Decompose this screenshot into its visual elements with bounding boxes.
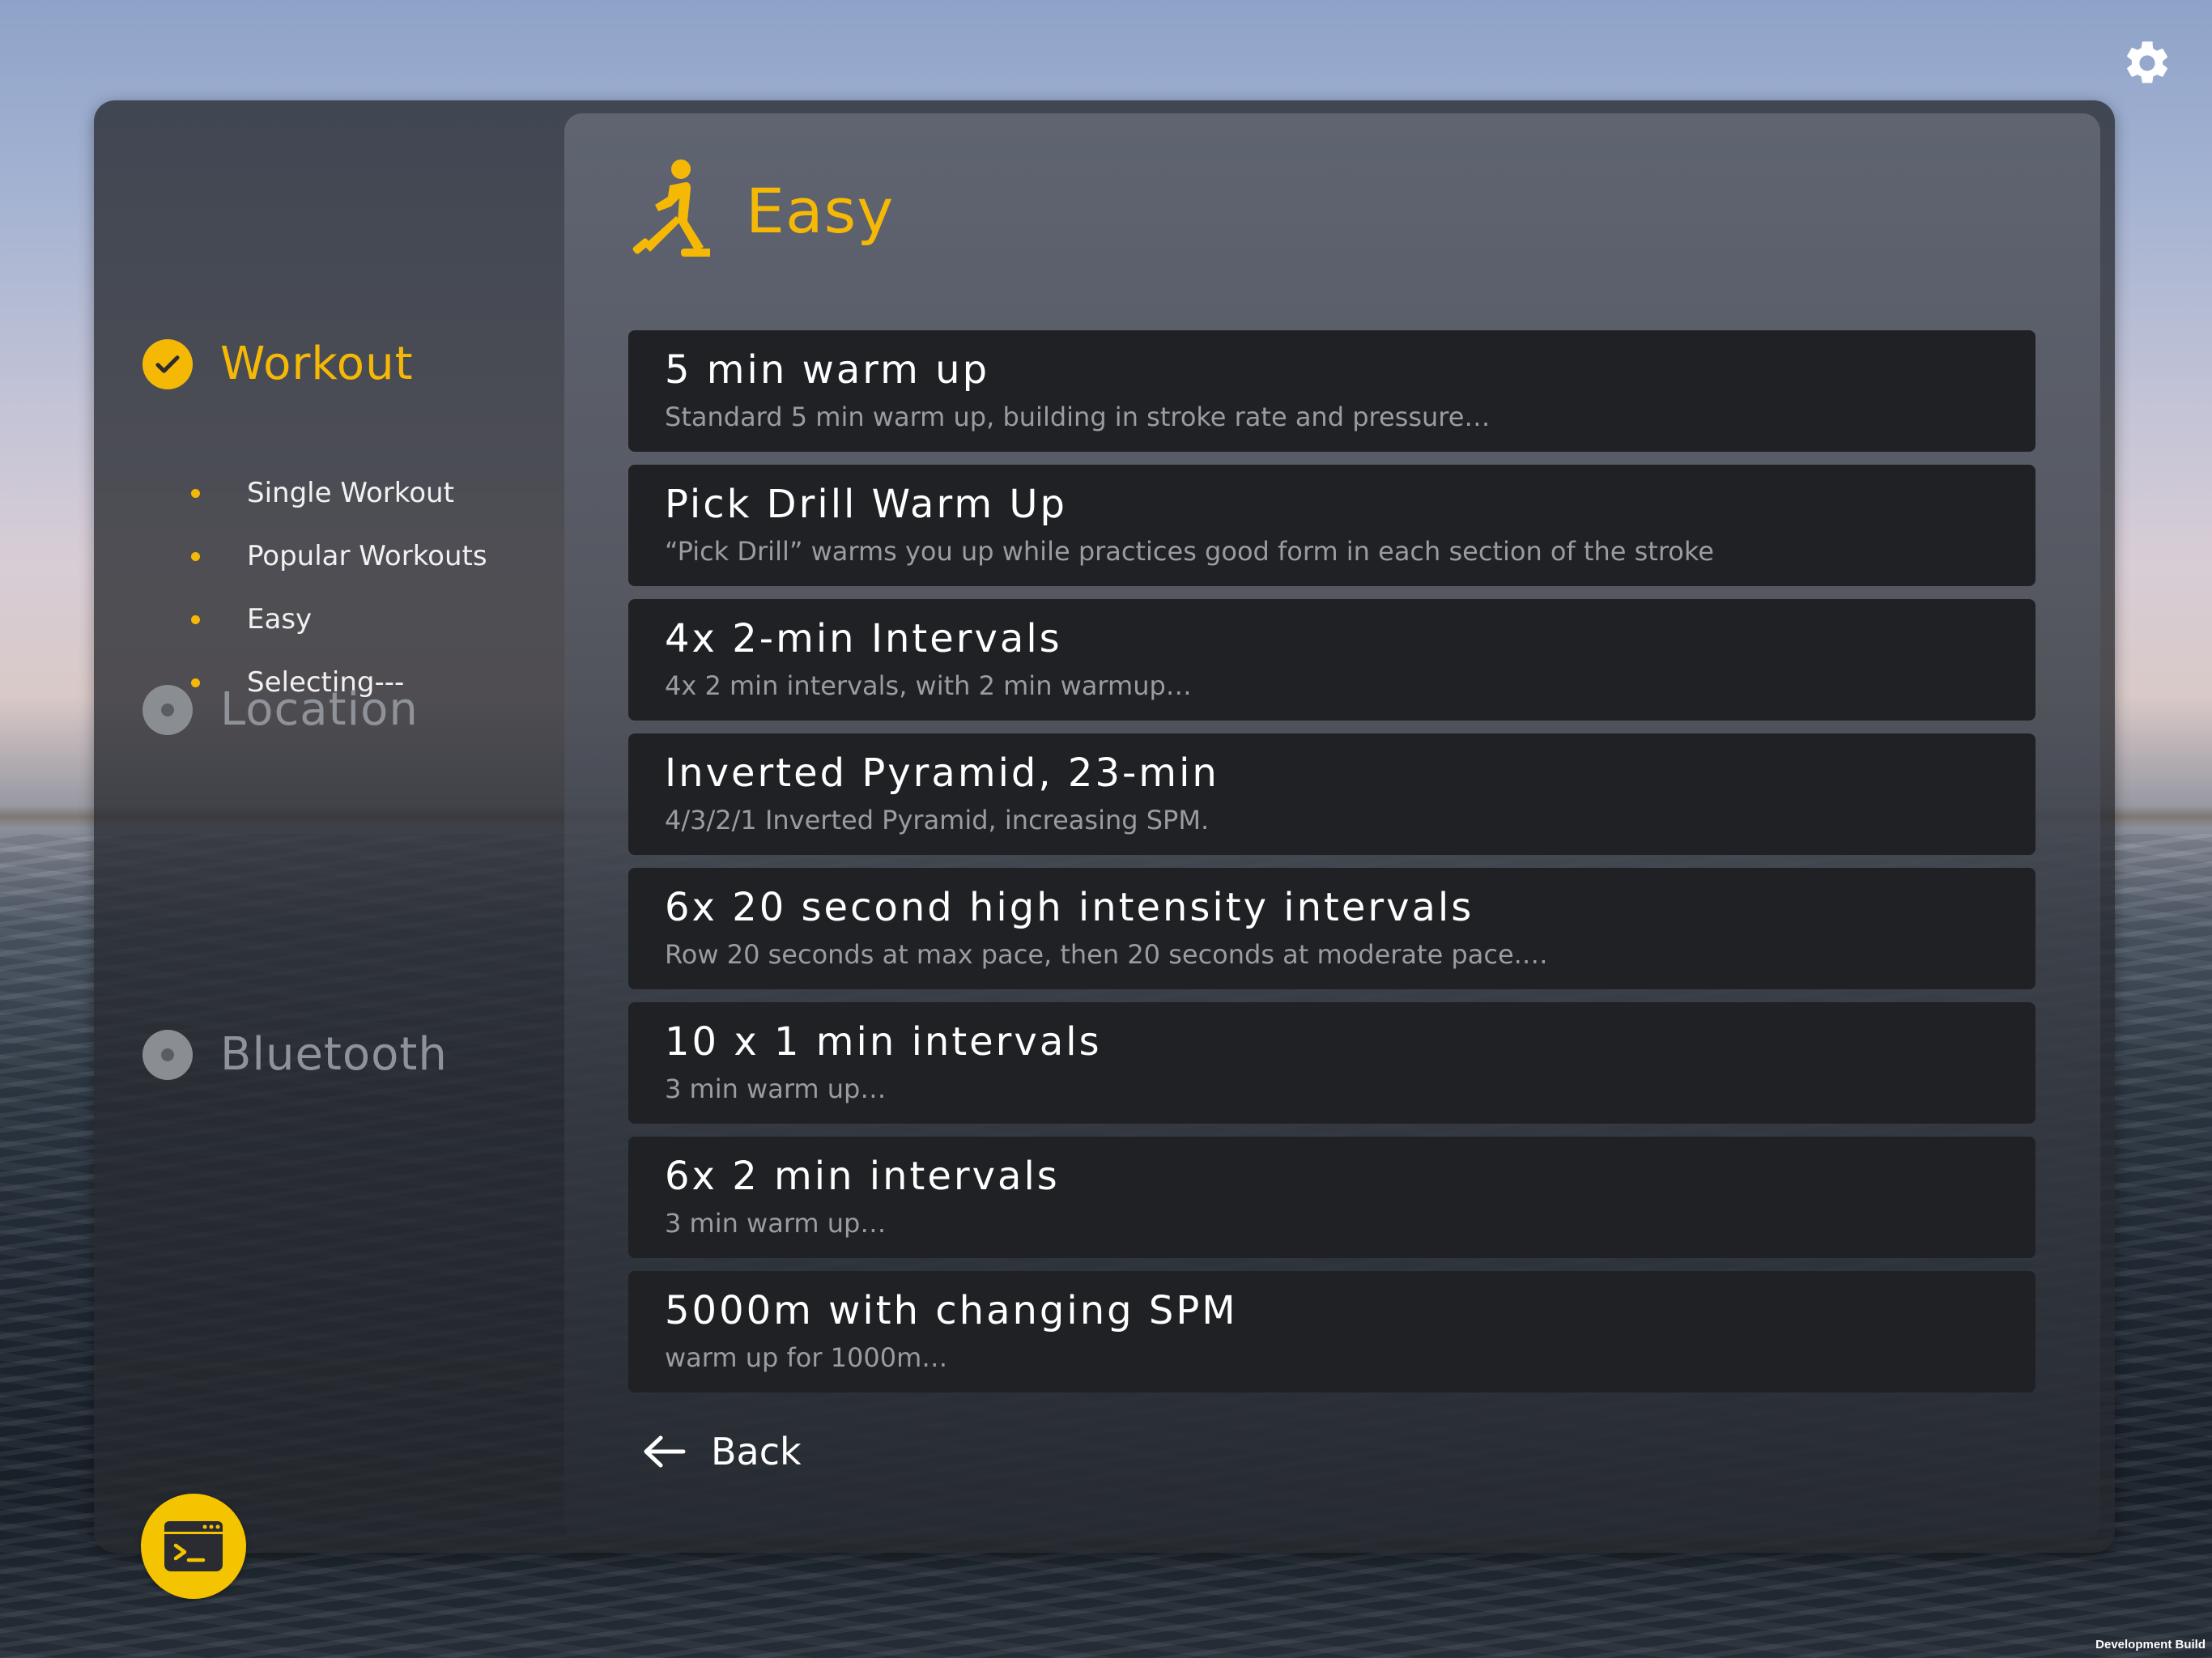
workout-name: 6x 20 second high intensity intervals	[665, 885, 1474, 930]
substep-label: Popular Workouts	[247, 540, 487, 572]
workout-name: 6x 2 min intervals	[665, 1154, 1060, 1199]
workout-card[interactable]: Pick Drill Warm Up “Pick Drill” warms yo…	[628, 465, 2035, 586]
workout-card[interactable]: 5 min warm up Standard 5 min warm up, bu…	[628, 330, 2035, 452]
back-button[interactable]: Back	[641, 1430, 802, 1473]
step-bluetooth[interactable]: Bluetooth	[143, 1028, 448, 1081]
bullet	[191, 488, 200, 498]
workout-name: Inverted Pyramid, 23-min	[665, 750, 1219, 796]
substep-label: Single Workout	[247, 477, 454, 509]
workout-name: Pick Drill Warm Up	[665, 482, 1067, 527]
workout-name: 5000m with changing SPM	[665, 1288, 1238, 1333]
workout-name: 4x 2-min Intervals	[665, 616, 1062, 661]
workout-description: warm up for 1000m…	[665, 1342, 948, 1373]
console-button[interactable]	[141, 1494, 246, 1599]
bullet	[191, 614, 200, 624]
bullet	[191, 551, 200, 561]
console-icon	[164, 1521, 223, 1571]
setup-panel: Workout Single Workout Popular Workouts …	[94, 100, 2115, 1553]
step-label: Bluetooth	[220, 1028, 448, 1081]
substep-popular-workouts[interactable]: Popular Workouts	[191, 525, 487, 588]
step-label: Workout	[220, 338, 414, 390]
back-label: Back	[711, 1430, 802, 1473]
development-build-label: Development Build	[2095, 1638, 2206, 1652]
step-location[interactable]: Location	[143, 683, 419, 736]
check-circle-icon	[143, 338, 193, 389]
workout-description: 3 min warm up…	[665, 1208, 887, 1239]
arrow-left-icon	[644, 1435, 686, 1468]
workout-name: 5 min warm up	[665, 347, 990, 393]
substep-label: Easy	[247, 603, 313, 636]
workout-card[interactable]: 5000m with changing SPM warm up for 1000…	[628, 1271, 2035, 1392]
radio-dot-icon	[143, 1029, 193, 1080]
workout-name: 10 x 1 min intervals	[665, 1019, 1102, 1065]
radio-dot-icon	[143, 684, 193, 735]
workout-description: Row 20 seconds at max pace, then 20 seco…	[665, 939, 1548, 970]
workout-card[interactable]: 6x 2 min intervals 3 min warm up…	[628, 1137, 2035, 1258]
gear-icon[interactable]	[2121, 37, 2173, 89]
workout-description: “Pick Drill” warms you up while practice…	[665, 536, 1714, 567]
workout-description: 4x 2 min intervals, with 2 min warmup…	[665, 670, 1192, 701]
step-workout[interactable]: Workout	[143, 338, 414, 390]
workout-card[interactable]: 6x 20 second high intensity intervals Ro…	[628, 868, 2035, 989]
workout-description: Standard 5 min warm up, building in stro…	[665, 402, 1491, 432]
page-title: Easy	[746, 174, 895, 247]
page-header: Easy	[629, 158, 894, 263]
step-label: Location	[220, 683, 419, 736]
rower-icon	[632, 159, 710, 257]
substep-easy[interactable]: Easy	[191, 588, 487, 651]
workout-description: 3 min warm up…	[665, 1073, 887, 1104]
workout-description: 4/3/2/1 Inverted Pyramid, increasing SPM…	[665, 805, 1210, 835]
substep-single-workout[interactable]: Single Workout	[191, 461, 487, 525]
workout-substeps: Single Workout Popular Workouts Easy Sel…	[191, 461, 487, 714]
workout-content: Easy 5 min warm up Standard 5 min warm u…	[564, 113, 2100, 1540]
workout-card[interactable]: Inverted Pyramid, 23-min 4/3/2/1 Inverte…	[628, 733, 2035, 855]
workout-card[interactable]: 4x 2-min Intervals 4x 2 min intervals, w…	[628, 599, 2035, 721]
workout-card[interactable]: 10 x 1 min intervals 3 min warm up…	[628, 1002, 2035, 1124]
